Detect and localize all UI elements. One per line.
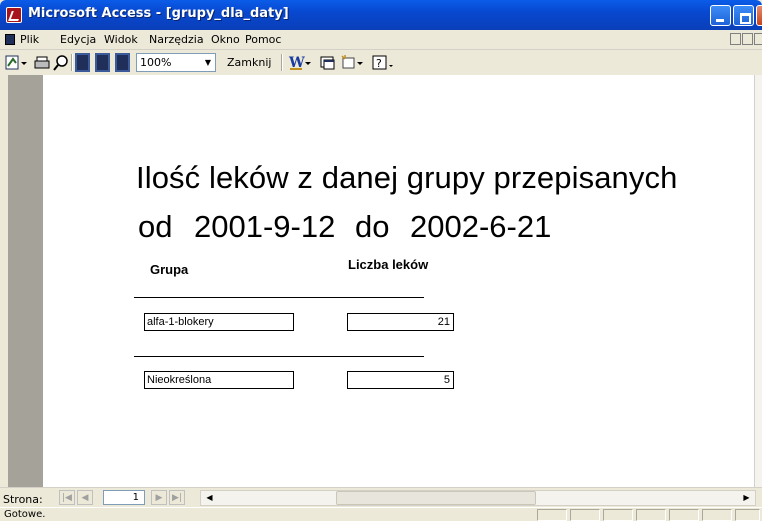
label-to: do bbox=[355, 209, 390, 244]
status-panel bbox=[636, 509, 666, 521]
page-number-input[interactable]: 1 bbox=[103, 490, 145, 505]
date-to: 2002-6-21 bbox=[410, 209, 552, 244]
page-navigation-bar: Strona: |◀ ◀ 1 ▶ ▶| ◀ ▶ bbox=[0, 487, 762, 507]
word-icon[interactable]: W bbox=[288, 53, 312, 72]
view-icon[interactable] bbox=[4, 53, 28, 72]
page-label: Strona: bbox=[3, 493, 43, 506]
row-group-name: alfa-1-blokery bbox=[144, 313, 294, 331]
minimize-button[interactable] bbox=[710, 5, 731, 26]
one-page-icon[interactable] bbox=[75, 53, 90, 72]
svg-text:?: ? bbox=[376, 57, 382, 70]
label-from: od bbox=[138, 209, 173, 244]
window-title: Microsoft Access - [grupy_dla_daty] bbox=[28, 6, 289, 21]
status-panel bbox=[735, 509, 760, 521]
access-app-icon[interactable] bbox=[6, 7, 22, 23]
document-close-button[interactable] bbox=[754, 33, 762, 45]
column-header-count: Liczba leków bbox=[348, 257, 429, 272]
scroll-thumb[interactable] bbox=[336, 491, 536, 505]
previous-page-button[interactable]: ◀ bbox=[77, 490, 93, 505]
menu-bar: Plik Edycja Widok Narzędzia Okno Pomoc bbox=[0, 30, 762, 50]
document-icon[interactable] bbox=[5, 34, 15, 45]
title-bar[interactable]: Microsoft Access - [grupy_dla_daty] bbox=[0, 0, 762, 30]
two-pages-icon[interactable] bbox=[95, 53, 110, 72]
close-button[interactable] bbox=[756, 5, 762, 26]
status-panel bbox=[603, 509, 633, 521]
new-object-icon[interactable] bbox=[340, 53, 364, 72]
preview-margin bbox=[8, 75, 43, 487]
zoom-select[interactable]: 100% ▼ bbox=[136, 53, 216, 72]
database-window-icon[interactable] bbox=[320, 53, 336, 72]
print-icon[interactable] bbox=[34, 53, 50, 72]
toolbar-separator bbox=[71, 54, 73, 71]
first-page-button[interactable]: |◀ bbox=[59, 490, 75, 505]
menu-narzedzia[interactable]: Narzędzia bbox=[149, 33, 204, 46]
print-preview-toolbar: 100% ▼ Zamknij W ? bbox=[0, 50, 762, 75]
document-restore-button[interactable] bbox=[742, 33, 753, 45]
divider-line bbox=[134, 356, 424, 357]
next-page-button[interactable]: ▶ bbox=[151, 490, 167, 505]
row-count-value: 5 bbox=[347, 371, 454, 389]
chevron-down-icon[interactable]: ▼ bbox=[201, 54, 215, 71]
menu-pomoc[interactable]: Pomoc bbox=[245, 33, 281, 46]
close-preview-button[interactable]: Zamknij bbox=[227, 56, 271, 69]
report-page[interactable] bbox=[43, 75, 754, 487]
last-page-button[interactable]: ▶| bbox=[169, 490, 185, 505]
status-panel bbox=[669, 509, 699, 521]
horizontal-scrollbar[interactable]: ◀ ▶ bbox=[200, 490, 756, 506]
document-minimize-button[interactable] bbox=[730, 33, 741, 45]
status-panel bbox=[570, 509, 600, 521]
report-title: Ilość leków z danej grupy przepisanych bbox=[136, 160, 678, 195]
menu-okno[interactable]: Okno bbox=[211, 33, 240, 46]
restore-button[interactable] bbox=[733, 5, 754, 26]
multiple-pages-icon[interactable] bbox=[115, 53, 130, 72]
help-icon[interactable]: ? bbox=[372, 53, 396, 72]
status-text: Gotowe. bbox=[4, 509, 46, 520]
status-panel bbox=[702, 509, 732, 521]
status-bar: Gotowe. bbox=[0, 507, 762, 521]
toolbar-separator bbox=[281, 54, 283, 71]
column-header-group: Grupa bbox=[150, 262, 189, 277]
menu-plik[interactable]: Plik bbox=[20, 33, 39, 46]
menu-widok[interactable]: Widok bbox=[104, 33, 138, 46]
scroll-left-icon[interactable]: ◀ bbox=[201, 491, 218, 505]
zoom-icon[interactable] bbox=[53, 53, 69, 72]
divider-line bbox=[134, 297, 424, 298]
vertical-scrollbar[interactable] bbox=[754, 75, 762, 487]
menu-edycja[interactable]: Edycja bbox=[60, 33, 96, 46]
zoom-value: 100% bbox=[140, 56, 172, 69]
date-from: 2001-9-12 bbox=[194, 209, 336, 244]
scroll-right-icon[interactable]: ▶ bbox=[738, 491, 755, 505]
status-panel bbox=[537, 509, 567, 521]
row-group-name: Nieokreślona bbox=[144, 371, 294, 389]
row-count-value: 21 bbox=[347, 313, 454, 331]
